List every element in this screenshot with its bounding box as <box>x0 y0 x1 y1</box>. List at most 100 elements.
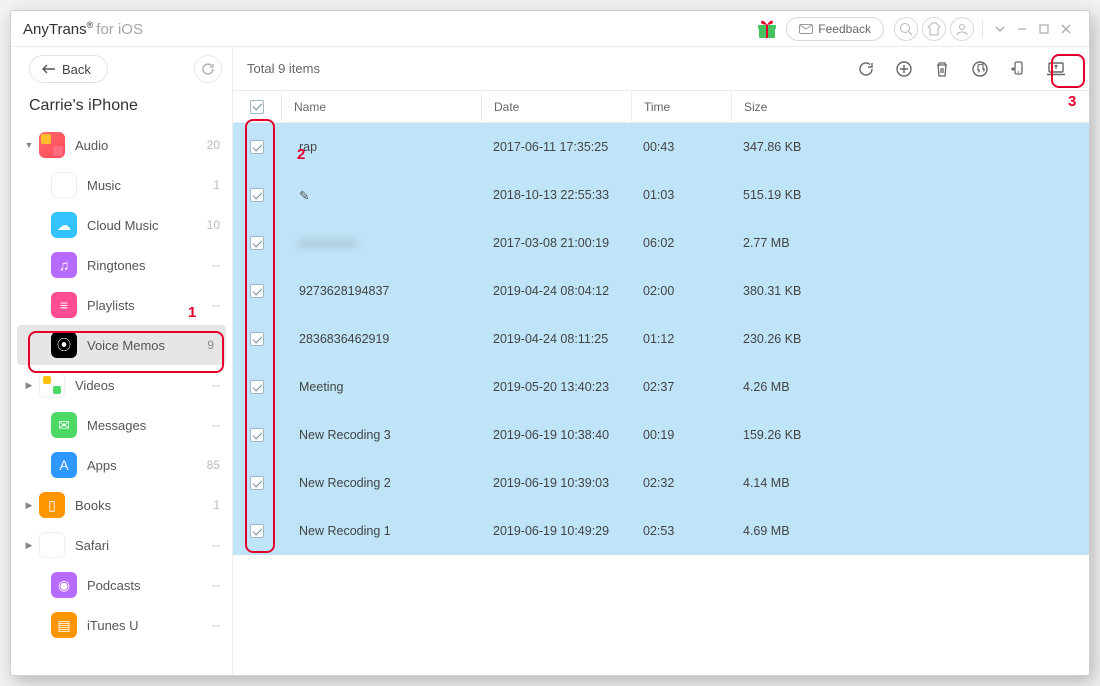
cell-size: 2.77 MB <box>731 236 851 250</box>
delete-button[interactable] <box>927 54 957 84</box>
add-button[interactable] <box>889 54 919 84</box>
cell-time: 00:19 <box>631 428 731 442</box>
audio-icon <box>39 132 65 158</box>
cell-date: 2019-06-19 10:38:40 <box>481 428 631 442</box>
col-header-size[interactable]: Size <box>731 91 851 122</box>
sidebar-item-label: Music <box>87 178 121 193</box>
search-icon[interactable] <box>894 17 918 41</box>
cell-size: 159.26 KB <box>731 428 851 442</box>
ring-icon: ♫ <box>51 252 77 278</box>
select-all-checkbox[interactable] <box>250 100 264 114</box>
sidebar-item-label: Videos <box>75 378 115 393</box>
main-panel: Total 9 items Name Date Time Size rap 201… <box>233 47 1089 675</box>
cell-time: 02:00 <box>631 284 731 298</box>
minimize-icon[interactable] <box>1012 19 1032 39</box>
row-checkbox[interactable] <box>250 188 264 202</box>
row-checkbox[interactable] <box>250 332 264 346</box>
cell-time: 01:03 <box>631 188 731 202</box>
cell-date: 2019-06-19 10:49:29 <box>481 524 631 538</box>
to-itunes-button[interactable] <box>965 54 995 84</box>
feedback-button[interactable]: Feedback <box>786 17 884 41</box>
row-checkbox[interactable] <box>250 236 264 250</box>
sidebar-item-playlists[interactable]: ≡Playlists-- <box>11 285 232 325</box>
user-icon[interactable] <box>950 17 974 41</box>
refresh-button[interactable] <box>851 54 881 84</box>
sidebar-item-voice-memos[interactable]: ⦿Voice Memos9 <box>17 325 226 365</box>
sidebar-item-apps[interactable]: AApps85 <box>11 445 232 485</box>
cell-name: rap <box>299 140 317 154</box>
app-window: AnyTrans®for iOS Feedback Back <box>10 10 1090 676</box>
sidebar-item-count: -- <box>212 378 220 392</box>
cell-time: 02:32 <box>631 476 731 490</box>
back-button[interactable]: Back <box>29 55 108 83</box>
sidebar-item-label: Voice Memos <box>87 338 165 353</box>
table-row[interactable]: ✎2018-10-13 22:55:3301:03515.19 KB <box>233 171 1089 219</box>
cell-name: New Recoding 3 <box>299 428 391 442</box>
table-row[interactable]: New Recoding 12019-06-19 10:49:2902:534.… <box>233 507 1089 555</box>
sidebar-refresh-button[interactable] <box>194 55 222 83</box>
sidebar-item-count: -- <box>212 578 220 592</box>
books-icon: ▯ <box>39 492 65 518</box>
cell-size: 347.86 KB <box>731 140 851 154</box>
row-checkbox[interactable] <box>250 380 264 394</box>
sidebar-item-podcasts[interactable]: ◉Podcasts-- <box>11 565 232 605</box>
shirt-icon[interactable] <box>922 17 946 41</box>
cell-size: 230.26 KB <box>731 332 851 346</box>
to-computer-button[interactable] <box>1041 54 1071 84</box>
pencil-icon: ✎ <box>299 189 309 203</box>
cell-time: 02:53 <box>631 524 731 538</box>
table-row[interactable]: 92736281948372019-04-24 08:04:1202:00380… <box>233 267 1089 315</box>
col-header-name[interactable]: Name <box>281 91 481 122</box>
row-checkbox[interactable] <box>250 284 264 298</box>
cell-size: 4.26 MB <box>731 380 851 394</box>
sidebar-item-label: iTunes U <box>87 618 139 633</box>
cell-date: 2019-04-24 08:04:12 <box>481 284 631 298</box>
sidebar-item-count: 10 <box>207 218 220 232</box>
sidebar-item-safari[interactable]: ▶◎Safari-- <box>11 525 232 565</box>
sidebar-item-audio[interactable]: ▼Audio20 <box>11 125 232 165</box>
table-row[interactable]: 28368364629192019-04-24 08:11:2501:12230… <box>233 315 1089 363</box>
sidebar-item-label: Messages <box>87 418 146 433</box>
cell-name: New Recoding 1 <box>299 524 391 538</box>
sidebar-item-label: Safari <box>75 538 109 553</box>
maximize-icon[interactable] <box>1034 19 1054 39</box>
table-row[interactable]: Meeting 2019-05-20 13:40:2302:374.26 MB <box>233 363 1089 411</box>
table-row[interactable]: New Recoding 3 2019-06-19 10:38:4000:1915… <box>233 411 1089 459</box>
sidebar-item-itunes-u[interactable]: ▤iTunes U-- <box>11 605 232 645</box>
row-checkbox[interactable] <box>250 524 264 538</box>
cloud-icon: ☁ <box>51 212 77 238</box>
sidebar-item-books[interactable]: ▶▯Books1 <box>11 485 232 525</box>
table-row[interactable]: xxxxxxxx2017-03-08 21:00:1906:022.77 MB <box>233 219 1089 267</box>
chevron-down-icon[interactable] <box>990 19 1010 39</box>
sidebar-item-messages[interactable]: ✉Messages-- <box>11 405 232 445</box>
col-header-time[interactable]: Time <box>631 91 731 122</box>
sidebar: Back Carrie's iPhone ▼Audio20♪Music1☁Clo… <box>11 47 233 675</box>
sidebar-item-count: -- <box>212 418 220 432</box>
sidebar-item-ringtones[interactable]: ♫Ringtones-- <box>11 245 232 285</box>
row-checkbox[interactable] <box>250 140 264 154</box>
sidebar-item-music[interactable]: ♪Music1 <box>11 165 232 205</box>
sidebar-item-count: 20 <box>207 138 220 152</box>
cell-time: 02:37 <box>631 380 731 394</box>
cell-date: 2019-05-20 13:40:23 <box>481 380 631 394</box>
cell-date: 2019-04-24 08:11:25 <box>481 332 631 346</box>
to-device-button[interactable] <box>1003 54 1033 84</box>
device-name: Carrie's iPhone <box>11 91 232 125</box>
row-checkbox[interactable] <box>250 476 264 490</box>
gift-icon[interactable] <box>754 16 780 42</box>
arrow-left-icon <box>42 64 56 74</box>
table-row[interactable]: New Recoding 22019-06-19 10:39:0302:324.… <box>233 459 1089 507</box>
sidebar-item-label: Playlists <box>87 298 135 313</box>
cell-date: 2017-06-11 17:35:25 <box>481 140 631 154</box>
table-row[interactable]: rap2017-06-11 17:35:2500:43347.86 KB <box>233 123 1089 171</box>
col-header-date[interactable]: Date <box>481 91 631 122</box>
sidebar-item-videos[interactable]: ▶Videos-- <box>11 365 232 405</box>
close-icon[interactable] <box>1056 19 1076 39</box>
cell-name: Meeting <box>299 380 343 394</box>
sidebar-item-label: Podcasts <box>87 578 140 593</box>
toolbar: Total 9 items <box>233 47 1089 91</box>
cell-name: New Recoding 2 <box>299 476 391 490</box>
sidebar-item-cloud-music[interactable]: ☁Cloud Music10 <box>11 205 232 245</box>
apps-icon: A <box>51 452 77 478</box>
row-checkbox[interactable] <box>250 428 264 442</box>
